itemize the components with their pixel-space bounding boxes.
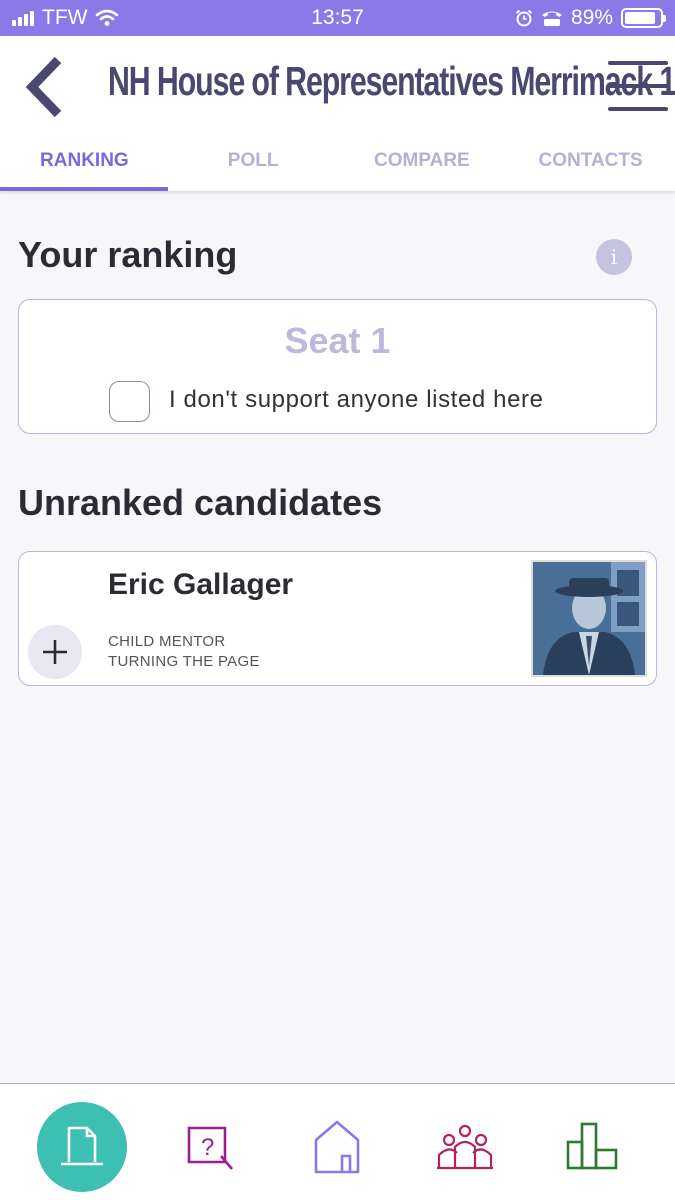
battery-icon — [621, 8, 666, 28]
candidate-card[interactable]: Eric Gallager CHILD MENTOR TURNING THE P… — [18, 551, 657, 686]
chevron-left-icon — [25, 56, 62, 118]
question-search-icon: ? — [187, 1126, 233, 1170]
tab-ranking[interactable]: RANKING — [0, 138, 169, 191]
status-bar: TFW 13:57 89% — [0, 0, 675, 36]
candidate-name: Eric Gallager — [108, 568, 294, 601]
no-support-label: I don't support anyone listed here — [169, 386, 544, 413]
tab-bar: RANKING POLL COMPARE CONTACTS — [0, 138, 675, 191]
nav-ballot-button[interactable] — [37, 1102, 127, 1192]
hamburger-line — [608, 107, 668, 111]
candidate-tag: CHILD MENTOR — [108, 633, 226, 650]
document-icon — [61, 1126, 103, 1166]
people-icon — [437, 1124, 493, 1170]
carrier-label: TFW — [42, 6, 88, 29]
tab-poll[interactable]: POLL — [169, 138, 338, 191]
back-button[interactable] — [18, 54, 70, 120]
plus-icon — [43, 640, 67, 664]
hamburger-menu-icon — [608, 61, 668, 65]
nav-questions-button[interactable]: ? — [174, 1117, 244, 1177]
nav-home-button[interactable] — [305, 1117, 369, 1177]
seat-card: Seat 1 I don't support anyone listed her… — [18, 299, 657, 434]
nav-results-button[interactable] — [559, 1117, 625, 1175]
status-right: 89% — [515, 6, 666, 30]
menu-button[interactable] — [608, 58, 668, 114]
bottom-nav: ? — [0, 1083, 675, 1200]
info-icon[interactable]: i — [596, 239, 632, 275]
page-title: NH House of Representatives Merrimack 15 — [108, 58, 675, 104]
candidate-photo — [531, 560, 647, 677]
battery-fill — [625, 12, 656, 24]
tty-icon — [541, 11, 562, 26]
no-support-checkbox[interactable] — [109, 381, 150, 422]
wifi-icon — [96, 9, 119, 26]
svg-text:?: ? — [201, 1134, 214, 1161]
battery-percent: 89% — [570, 6, 613, 29]
seat-label: Seat 1 — [284, 320, 391, 361]
your-ranking-heading: Your ranking — [18, 234, 238, 275]
bar-chart-icon — [566, 1122, 618, 1170]
unranked-candidates-heading: Unranked candidates — [18, 482, 383, 523]
status-left: TFW — [12, 6, 119, 30]
add-candidate-button[interactable] — [28, 625, 82, 679]
hamburger-line — [608, 84, 668, 88]
clock: 13:57 — [311, 6, 364, 29]
tab-compare[interactable]: COMPARE — [338, 138, 507, 191]
nav-community-button[interactable] — [432, 1119, 498, 1175]
home-icon — [314, 1120, 360, 1174]
signal-icon — [12, 10, 34, 26]
app-header: NH House of Representatives Merrimack 15 — [0, 36, 675, 138]
candidate-tag: TURNING THE PAGE — [108, 653, 260, 670]
alarm-icon — [515, 9, 533, 27]
tab-contacts[interactable]: CONTACTS — [506, 138, 675, 191]
